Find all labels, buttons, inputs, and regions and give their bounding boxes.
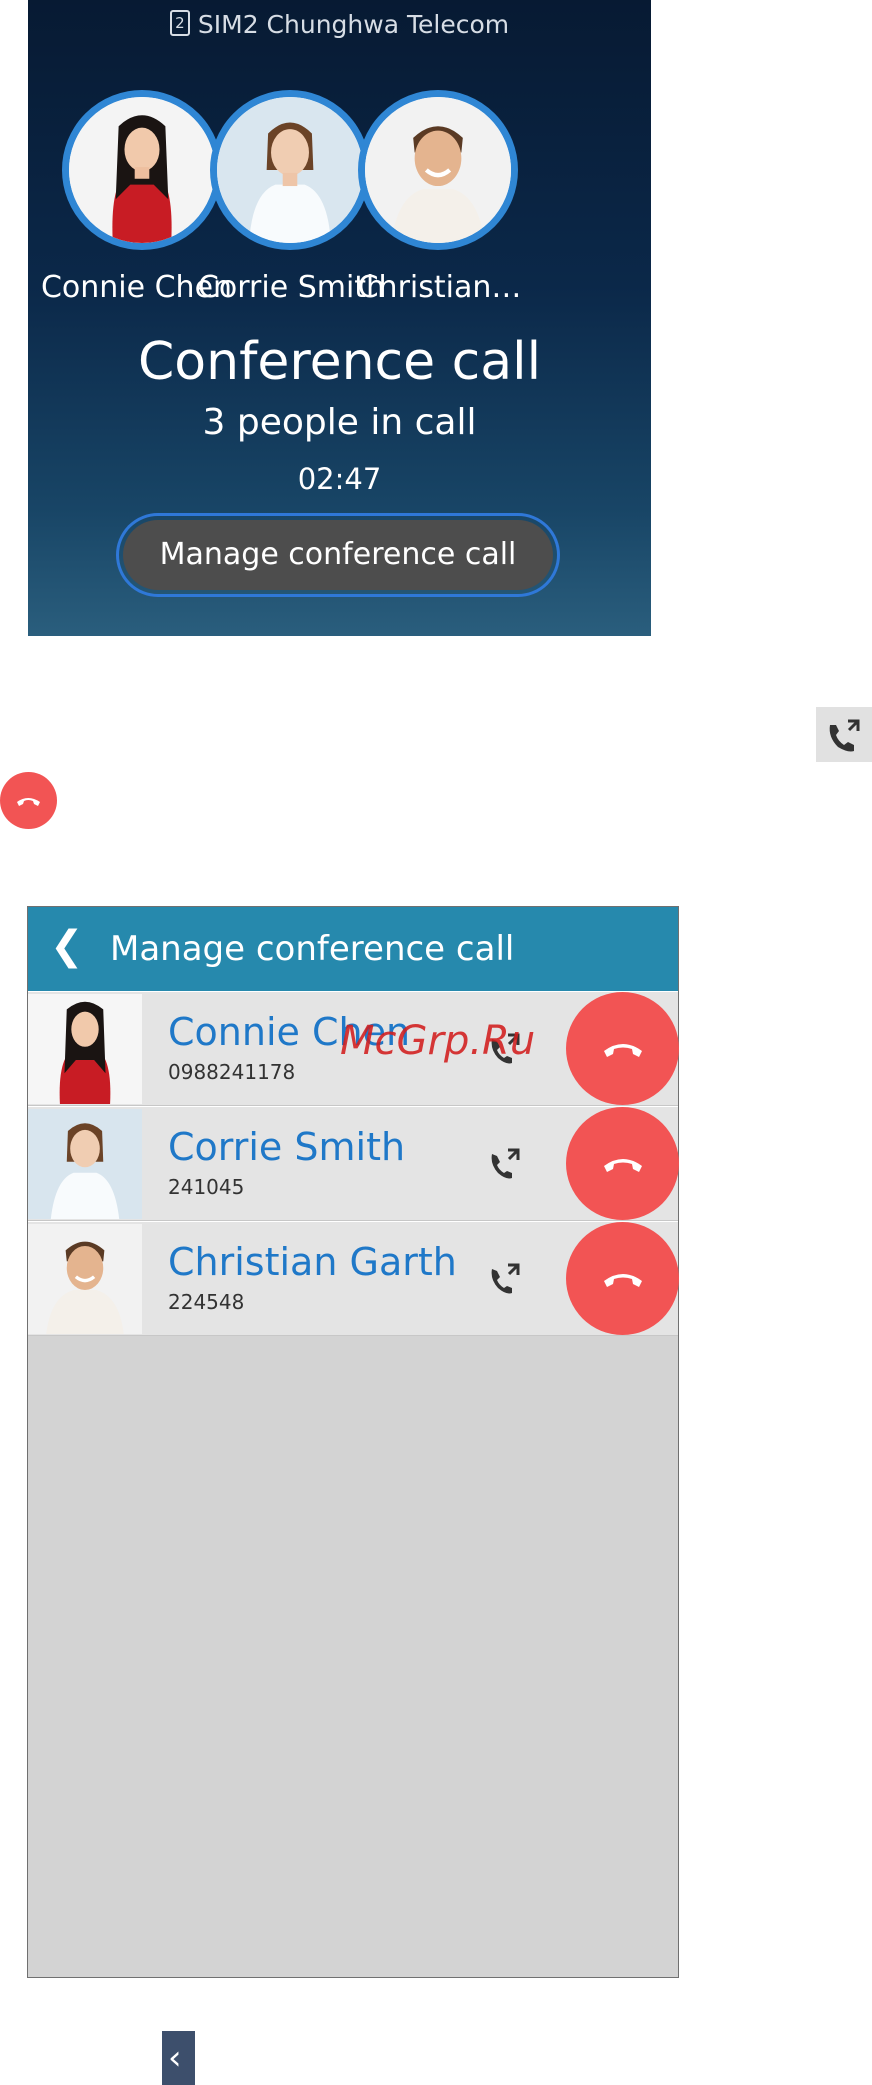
page-title: Manage conference call xyxy=(110,929,515,969)
split-call-icon[interactable] xyxy=(486,1259,526,1299)
contact-photo xyxy=(28,1224,142,1334)
avatar-christian[interactable] xyxy=(358,90,518,250)
contact-photo xyxy=(28,1109,142,1219)
man-smiling-avatar xyxy=(365,97,511,243)
contact-number: 241045 xyxy=(168,1175,245,1199)
watermark: McGrp.Ru xyxy=(340,1018,536,1064)
avatar-corrie-smith[interactable] xyxy=(210,90,370,250)
split-call-icon[interactable] xyxy=(486,1144,526,1184)
end-call-button[interactable] xyxy=(566,1222,679,1335)
end-call-icon xyxy=(604,1159,642,1172)
manage-conference-call-label: Manage conference call xyxy=(123,520,553,590)
back-button[interactable]: ‹ xyxy=(162,2031,195,2085)
end-call-button[interactable] xyxy=(566,992,679,1105)
sim-carrier-text: SIM2 Chunghwa Telecom xyxy=(197,10,510,39)
end-call-button[interactable] xyxy=(566,1107,679,1220)
participant-name: Christian… xyxy=(357,270,522,305)
participant-avatars xyxy=(28,90,651,260)
call-split-icon xyxy=(816,707,872,762)
contact-name: Christian Garth xyxy=(168,1240,457,1284)
contact-number: 0988241178 xyxy=(168,1060,296,1084)
call-title: Conference call xyxy=(137,332,542,392)
app-header: ❮ Manage conference call xyxy=(28,907,678,991)
call-timer: 02:47 xyxy=(297,462,382,496)
conference-call-screen: 2 SIM2 Chunghwa Telecom Connie Chen Corr… xyxy=(28,0,651,636)
back-chevron-icon: ‹ xyxy=(168,2038,182,2078)
participant-names: Connie Chen Corrie Smith Christian… xyxy=(28,270,651,310)
contact-photo xyxy=(28,994,142,1104)
woman-red-dress-avatar xyxy=(69,97,215,243)
end-call-icon xyxy=(604,1044,642,1057)
contact-name: Corrie Smith xyxy=(168,1125,406,1169)
list-item: Corrie Smith 241045 xyxy=(28,1106,679,1221)
back-chevron-icon[interactable]: ❮ xyxy=(50,921,84,971)
manage-conference-screen: ❮ Manage conference call Connie Chen 098… xyxy=(27,906,679,1978)
end-call-icon xyxy=(604,1274,642,1287)
sim-indicator: 2 SIM2 Chunghwa Telecom xyxy=(28,10,651,39)
manage-conference-call-button[interactable]: Manage conference call xyxy=(116,513,560,597)
avatar-connie-chen[interactable] xyxy=(62,90,222,250)
people-count: 3 people in call xyxy=(202,402,477,443)
sim-card-icon: 2 xyxy=(169,10,190,36)
list-item: Christian Garth 224548 xyxy=(28,1221,679,1336)
woman-white-shirt-avatar xyxy=(217,97,363,243)
end-call-icon xyxy=(0,772,57,829)
contact-number: 224548 xyxy=(168,1290,245,1314)
